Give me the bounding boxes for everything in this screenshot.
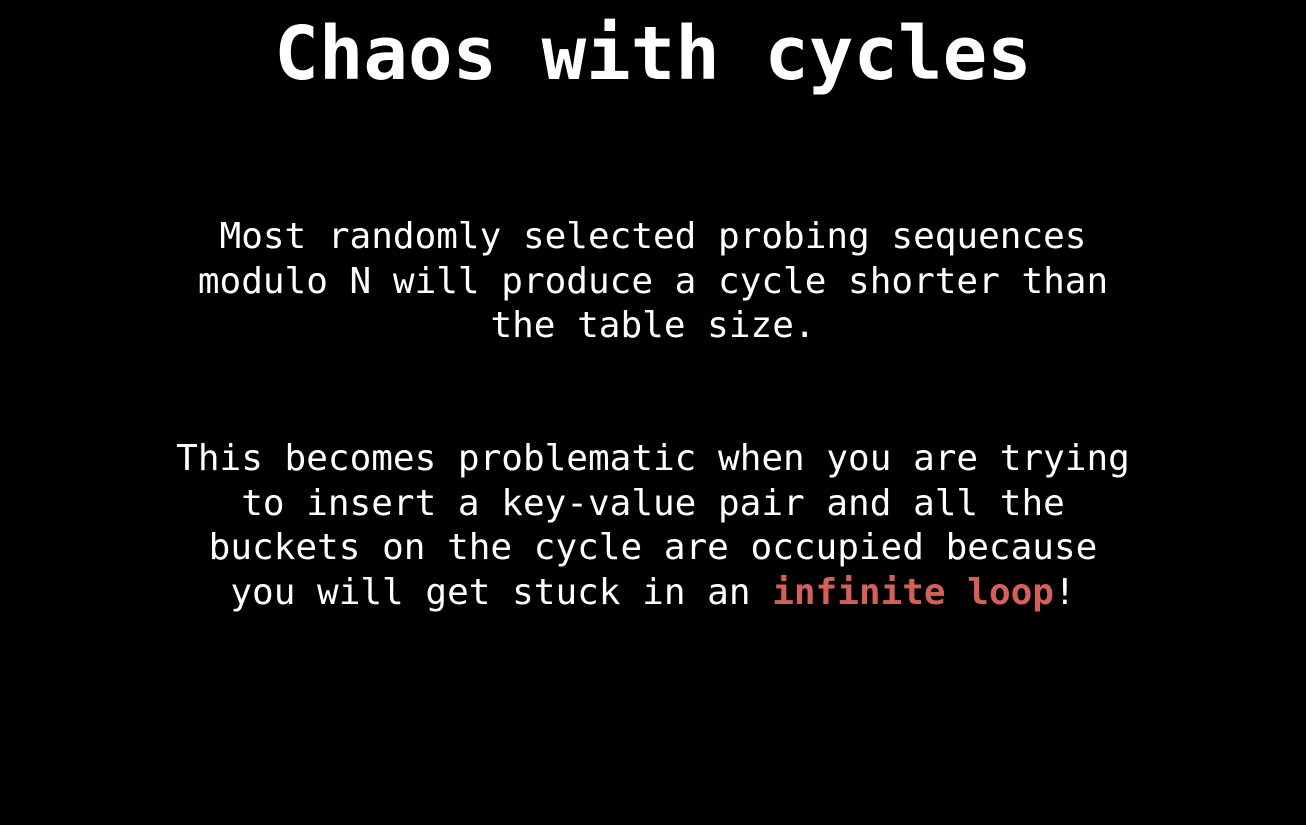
paragraph-line: modulo N will produce a cycle shorter th… — [197, 260, 1109, 302]
highlight-infinite-loop: infinite loop — [772, 571, 1054, 613]
paragraph-line: This becomes problematic when you are tr… — [176, 438, 1130, 479]
slide: Chaos with cycles Most randomly selected… — [0, 0, 1306, 825]
paragraph-line: to insert a key-value pair and all the — [241, 482, 1065, 524]
last-line-suffix: ! — [1053, 571, 1076, 613]
paragraph-cycle-length: Most randomly selected probing sequences… — [0, 215, 1306, 349]
paragraph-line: buckets on the cycle are occupied becaus… — [208, 527, 1098, 568]
paragraph-line: Most randomly selected probing sequences — [219, 216, 1087, 257]
paragraph-last-line: you will get stuck in an infinite loop! — [0, 571, 1306, 616]
paragraph-line: the table size. — [490, 305, 816, 346]
last-line-prefix: you will get stuck in an — [230, 571, 773, 613]
slide-title: Chaos with cycles — [274, 11, 1032, 97]
paragraph-infinite-loop: This becomes problematic when you are tr… — [0, 437, 1306, 615]
